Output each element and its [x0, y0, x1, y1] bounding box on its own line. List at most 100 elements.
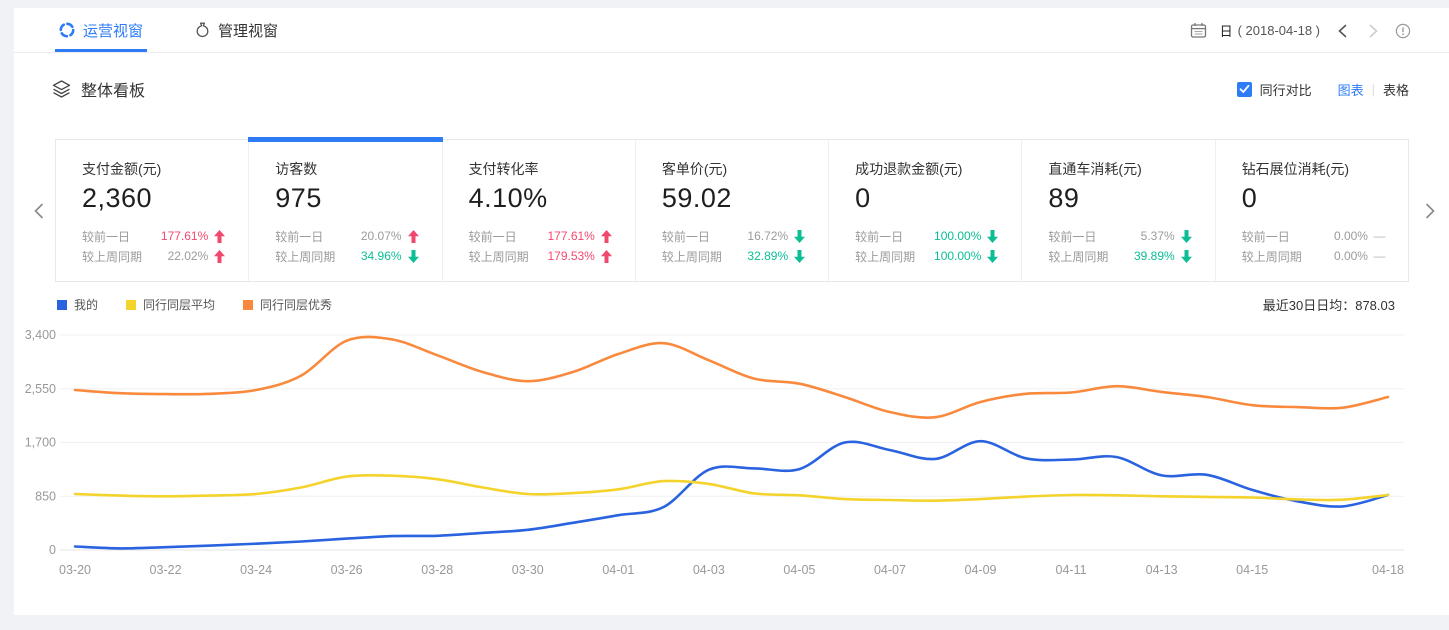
comparison-label: 较前一日 — [855, 228, 903, 245]
comparison-row: 较前一日 177.61% — [469, 226, 613, 246]
date-display[interactable]: 日 ( 2018-04-18 ) — [1220, 21, 1320, 40]
comparison-row: 较前一日 100.00% — [855, 226, 999, 246]
comparison-value: 0.00% — [1334, 229, 1368, 243]
comparison-row: 较上周同期 34.96% — [275, 246, 419, 266]
metric-card-2[interactable]: 访客数 975 较前一日 20.07% 较上周同期 34.96% — [249, 140, 442, 281]
arrow-up-icon — [600, 230, 613, 243]
metric-card-title: 支付金额(元) — [82, 159, 248, 179]
comparison-value: 179.53% — [547, 249, 594, 263]
x-axis-label: 04-03 — [693, 563, 725, 577]
view-toggle-chart[interactable]: 图表 — [1338, 80, 1364, 99]
view-toggle-table[interactable]: 表格 — [1383, 80, 1409, 99]
comparison-value: 32.89% — [747, 249, 788, 263]
metric-cards-row: 支付金额(元) 2,360 较前一日 177.61% 较上周同期 22.02% … — [55, 139, 1409, 282]
metric-card-value: 2,360 — [82, 183, 248, 214]
arrow-down-icon — [1180, 250, 1193, 263]
money-pouch-icon — [195, 22, 210, 38]
x-axis-label: 04-05 — [783, 563, 815, 577]
comparison-label: 较前一日 — [275, 228, 323, 245]
comparison-value: 16.72% — [747, 229, 788, 243]
peer-compare-label[interactable]: 同行对比 — [1260, 80, 1312, 99]
previous-day-button[interactable] — [1333, 22, 1351, 40]
metric-card-value: 0 — [855, 183, 1021, 214]
chart-header: 我的 同行同层平均 同行同层优秀 最近30日日均：878.03 — [57, 295, 1395, 314]
tab-label: 管理视窗 — [218, 20, 278, 41]
legend-item-peer-best[interactable]: 同行同层优秀 — [243, 296, 332, 313]
comparison-row: 较前一日 177.61% — [82, 226, 226, 246]
y-axis-label: 0 — [49, 543, 56, 557]
arrow-down-icon — [1180, 230, 1193, 243]
comparison-value: 100.00% — [934, 249, 981, 263]
comparison-label: 较上周同期 — [855, 248, 915, 265]
metric-card-title: 支付转化率 — [469, 159, 635, 179]
arrow-up-icon — [213, 230, 226, 243]
y-axis-label: 850 — [35, 489, 56, 503]
date-mode-label: 日 — [1220, 21, 1233, 40]
metric-cards: 支付金额(元) 2,360 较前一日 177.61% 较上周同期 22.02% … — [55, 139, 1409, 282]
comparison-row: 较上周同期 100.00% — [855, 246, 999, 266]
y-axis-label: 3,400 — [25, 328, 56, 342]
tab-operations-view[interactable]: 运营视窗 — [55, 8, 147, 52]
metric-card-title: 访客数 — [275, 159, 441, 179]
metric-card-4[interactable]: 客单价(元) 59.02 较前一日 16.72% 较上周同期 32.89% — [636, 140, 829, 281]
comparison-label: 较上周同期 — [662, 248, 722, 265]
comparison-label: 较上周同期 — [1242, 248, 1302, 265]
arrow-up-icon — [407, 230, 420, 243]
line-peer-best — [75, 337, 1388, 418]
active-tab-underline — [55, 49, 147, 52]
metric-card-6[interactable]: 直通车消耗(元) 89 较前一日 5.37% 较上周同期 39.89% — [1022, 140, 1215, 281]
x-axis-label: 04-07 — [874, 563, 906, 577]
metric-card-5[interactable]: 成功退款金额(元) 0 较前一日 100.00% 较上周同期 100.00% — [829, 140, 1022, 281]
metric-card-comparisons: 较前一日 100.00% 较上周同期 100.00% — [855, 226, 1021, 266]
metric-card-comparisons: 较前一日 177.61% 较上周同期 179.53% — [469, 226, 635, 266]
arrow-down-icon — [793, 250, 806, 263]
date-controls: 日 ( 2018-04-18 ) — [1190, 8, 1411, 53]
comparison-label: 较上周同期 — [469, 248, 529, 265]
metric-card-3[interactable]: 支付转化率 4.10% 较前一日 177.61% 较上周同期 179.53% — [443, 140, 636, 281]
tab-label: 运营视窗 — [83, 20, 143, 41]
y-axis-label: 1,700 — [25, 436, 56, 450]
dashboard-panel: 整体看板 同行对比 图表 | 表格 支付金额(元) 2,360 较前一日 177… — [14, 53, 1449, 615]
layers-icon — [52, 80, 71, 98]
comparison-value: 177.61% — [547, 229, 594, 243]
legend-item-my[interactable]: 我的 — [57, 296, 98, 313]
comparison-value: 5.37% — [1141, 229, 1175, 243]
arrow-down-icon — [407, 250, 420, 263]
x-axis-label: 03-22 — [150, 563, 182, 577]
arrow-down-icon — [793, 230, 806, 243]
y-axis-label: 2,550 — [25, 382, 56, 396]
calendar-icon[interactable] — [1190, 22, 1207, 39]
tab-management-view[interactable]: 管理视窗 — [191, 8, 282, 52]
comparison-label: 较前一日 — [662, 228, 710, 245]
comparison-value: 0.00% — [1334, 249, 1368, 263]
comparison-row: 较前一日 5.37% — [1048, 226, 1192, 246]
x-axis-label: 04-09 — [965, 563, 997, 577]
legend-label: 我的 — [74, 296, 98, 313]
metric-card-value: 89 — [1048, 183, 1214, 214]
line-chart-canvas[interactable]: 08501,7002,5503,40003-2003-2203-2403-260… — [14, 322, 1449, 584]
legend-label: 同行同层优秀 — [260, 296, 332, 313]
metric-card-1[interactable]: 支付金额(元) 2,360 较前一日 177.61% 较上周同期 22.02% — [56, 140, 249, 281]
x-axis-label: 04-18 — [1372, 563, 1404, 577]
comparison-value: 22.02% — [168, 249, 209, 263]
comparison-label: 较前一日 — [469, 228, 517, 245]
x-axis-label: 04-11 — [1056, 563, 1087, 577]
arrow-down-icon — [986, 230, 999, 243]
cards-scroll-left-button[interactable] — [27, 200, 49, 222]
peer-compare-checkbox[interactable] — [1237, 82, 1252, 97]
cards-scroll-right-button[interactable] — [1419, 200, 1441, 222]
arrow-up-icon — [600, 250, 613, 263]
info-icon[interactable] — [1395, 23, 1411, 39]
comparison-value: 100.00% — [934, 229, 981, 243]
comparison-row: 较上周同期 22.02% — [82, 246, 226, 266]
metric-card-7[interactable]: 钻石展位消耗(元) 0 较前一日 0.00% — 较上周同期 0.00% — — [1216, 140, 1408, 281]
next-day-button-disabled[interactable] — [1364, 22, 1382, 40]
legend-item-peer-avg[interactable]: 同行同层平均 — [126, 296, 215, 313]
comparison-label: 较上周同期 — [82, 248, 142, 265]
comparison-row: 较前一日 20.07% — [275, 226, 419, 246]
no-change-dash-icon: — — [1373, 229, 1386, 243]
top-nav-bar: 运营视窗 管理视窗 日 ( 2018-04-18 ) — [14, 8, 1449, 53]
x-axis-label: 03-26 — [331, 563, 363, 577]
metric-card-title: 直通车消耗(元) — [1048, 159, 1214, 179]
x-axis-label: 03-20 — [59, 563, 91, 577]
